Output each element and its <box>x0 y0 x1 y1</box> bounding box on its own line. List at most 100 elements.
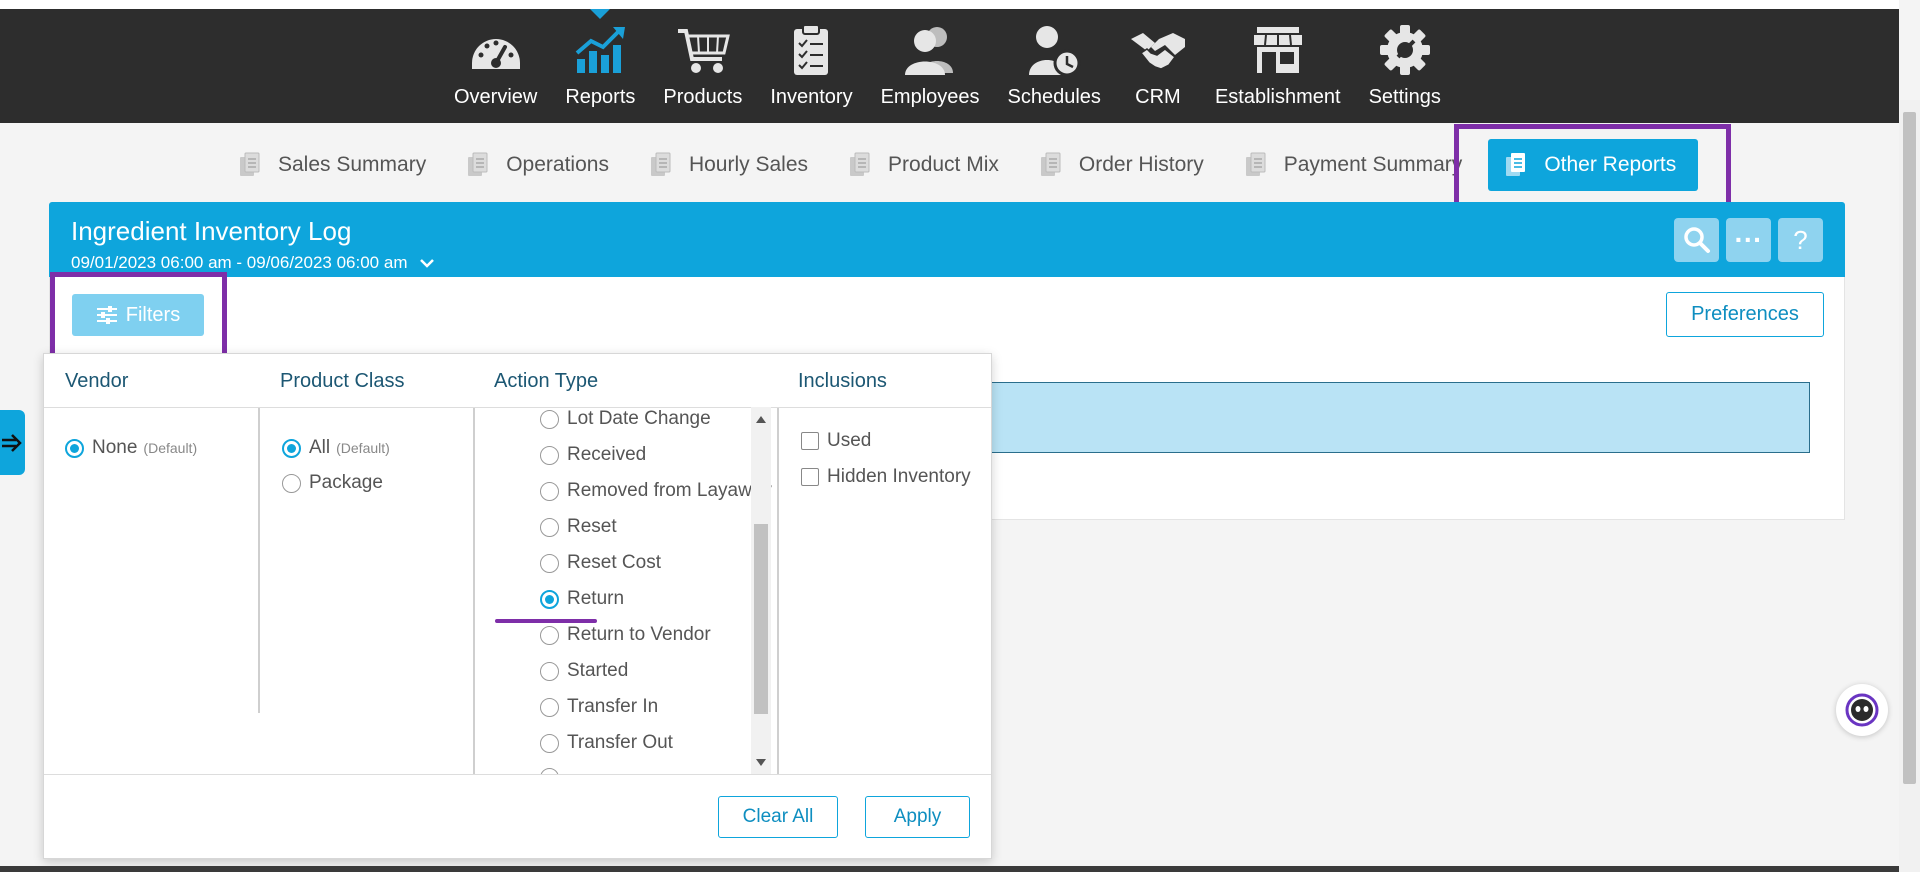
tab-label: Hourly Sales <box>688 153 809 176</box>
chevron-down-icon <box>420 259 435 268</box>
nav-item-employees[interactable]: Employees <box>867 9 994 123</box>
apply-label: Apply <box>893 806 942 827</box>
product-class-heading: Product Class <box>280 370 405 392</box>
action-type-scrollbar[interactable] <box>751 407 771 775</box>
checkbox[interactable] <box>801 468 819 486</box>
date-range-selector[interactable]: 09/01/2023 06:00 am - 09/06/2023 06:00 a… <box>71 253 435 273</box>
option-label: Removed from Layaway <box>567 480 772 501</box>
tab-operations[interactable]: Operations <box>446 139 629 191</box>
radio-button[interactable] <box>540 445 559 465</box>
handshake-icon <box>1130 33 1185 70</box>
action-option-removed-from-layaway[interactable]: Removed from Layaway <box>540 480 772 502</box>
radio-button[interactable] <box>540 697 559 717</box>
side-panel-toggle[interactable] <box>0 410 25 475</box>
search-button[interactable] <box>1674 218 1719 262</box>
scrollbar-thumb[interactable] <box>754 524 768 714</box>
document-icon <box>1245 152 1266 176</box>
vendor-option-none[interactable]: None (Default) <box>65 437 197 459</box>
nav-label: Products <box>663 86 743 108</box>
product-class-option-all[interactable]: All (Default) <box>282 437 390 459</box>
speedometer-icon <box>471 39 520 69</box>
nav-item-settings[interactable]: Settings <box>1355 9 1455 123</box>
tab-label: Sales Summary <box>278 153 427 176</box>
radio-button[interactable] <box>540 409 559 429</box>
radio-button[interactable] <box>540 625 559 645</box>
tab-payment-summary[interactable]: Payment Summary <box>1224 139 1483 191</box>
page-scrollbar[interactable] <box>1899 100 1920 872</box>
nav-item-overview[interactable]: Overview <box>440 9 551 123</box>
tab-label: Operations <box>506 153 609 176</box>
inclusion-option-used[interactable]: Used <box>801 430 871 452</box>
highlight-box-other-reports <box>1454 124 1731 208</box>
action-option-transfer-in[interactable]: Transfer In <box>540 696 658 718</box>
chat-assistant-button[interactable] <box>1836 684 1888 736</box>
column-divider <box>258 408 260 713</box>
tab-sales-summary[interactable]: Sales Summary <box>218 139 446 191</box>
option-label: Reset Cost <box>567 552 661 573</box>
tab-label: Order History <box>1078 153 1204 176</box>
inclusion-option-hidden-inventory[interactable]: Hidden Inventory <box>801 466 971 488</box>
radio-button[interactable] <box>540 553 559 573</box>
option-label: Used <box>827 430 872 451</box>
action-option-return[interactable]: Return <box>540 588 624 610</box>
radio-button[interactable] <box>540 733 559 753</box>
scrollbar-thumb[interactable] <box>1903 112 1916 784</box>
report-header: Ingredient Inventory Log 09/01/2023 06:0… <box>49 202 1845 277</box>
action-option-return-to-vendor[interactable]: Return to Vendor <box>540 624 711 646</box>
clear-all-button[interactable]: Clear All <box>718 796 838 838</box>
tab-hourly-sales[interactable]: Hourly Sales <box>629 139 828 191</box>
nav-label: Reports <box>565 86 636 108</box>
active-nav-pointer <box>590 9 611 19</box>
person-clock-icon <box>1029 26 1081 77</box>
action-option-lot-date-change[interactable]: Lot Date Change <box>540 408 711 430</box>
radio-button[interactable] <box>540 481 559 501</box>
scroll-up-arrow[interactable] <box>756 416 766 423</box>
action-option-reset[interactable]: Reset <box>540 516 617 538</box>
nav-item-products[interactable]: Products <box>649 9 756 123</box>
nav-item-crm[interactable]: CRM <box>1115 9 1201 123</box>
nav-label: Overview <box>454 86 538 108</box>
nav-item-establishment[interactable]: Establishment <box>1201 9 1355 123</box>
action-option-transfer-out[interactable]: Transfer Out <box>540 732 673 754</box>
help-icon: ? <box>1793 224 1808 255</box>
document-icon <box>1040 152 1061 176</box>
preferences-button[interactable]: Preferences <box>1666 292 1824 337</box>
people-icon <box>905 27 954 75</box>
nav-item-schedules[interactable]: Schedules <box>994 9 1115 123</box>
preferences-label: Preferences <box>1691 303 1799 325</box>
nav-label: Schedules <box>1007 86 1101 108</box>
apply-button[interactable]: Apply <box>865 796 970 838</box>
radio-button[interactable] <box>65 438 84 458</box>
bottom-strip <box>0 866 1899 872</box>
option-label: Return to Vendor <box>567 624 711 645</box>
option-label: None <box>92 437 138 458</box>
tab-product-mix[interactable]: Product Mix <box>828 139 1019 191</box>
help-button[interactable]: ? <box>1778 218 1823 262</box>
option-label: Reset <box>567 516 617 537</box>
document-icon <box>850 152 870 176</box>
nav-label: CRM <box>1135 86 1181 108</box>
inclusions-heading: Inclusions <box>798 370 887 392</box>
checkbox[interactable] <box>801 432 819 450</box>
default-note: (Default) <box>143 440 198 456</box>
radio-button[interactable] <box>282 438 301 458</box>
radio-button[interactable] <box>282 473 301 493</box>
tab-order-history[interactable]: Order History <box>1019 139 1224 191</box>
document-icon <box>468 152 488 176</box>
arrow-right-icon <box>1 433 22 452</box>
radio-button[interactable] <box>540 517 559 537</box>
nav-item-reports[interactable]: Reports <box>551 9 649 123</box>
action-option-reset-cost[interactable]: Reset Cost <box>540 552 661 574</box>
scroll-down-arrow[interactable] <box>756 759 766 766</box>
divider <box>44 774 991 775</box>
nav-item-inventory[interactable]: Inventory <box>756 9 866 123</box>
more-options-button[interactable]: ··· <box>1726 218 1771 262</box>
radio-button[interactable] <box>540 661 559 681</box>
storefront-icon <box>1253 27 1302 73</box>
option-label: Return <box>567 588 625 609</box>
more-icon: ··· <box>1734 224 1763 255</box>
radio-button[interactable] <box>540 589 559 609</box>
action-option-started[interactable]: Started <box>540 660 628 682</box>
product-class-option-package[interactable]: Package <box>282 472 383 494</box>
action-option-received[interactable]: Received <box>540 444 646 466</box>
